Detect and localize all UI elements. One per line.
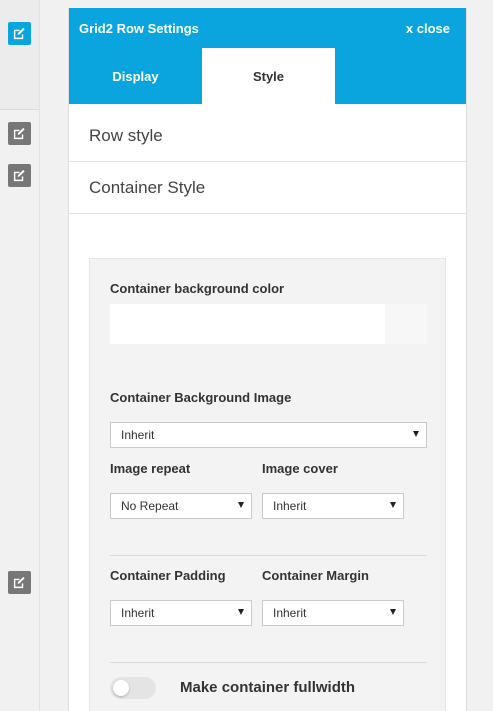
bg-image-value: Inherit [121,428,155,442]
margin-label: Container Margin [262,568,369,583]
padding-value: Inherit [121,606,155,620]
image-cover-value: Inherit [273,499,307,513]
left-rail-active-block [0,0,39,110]
chevron-down-icon [390,502,396,508]
padding-label: Container Padding [110,568,226,583]
container-style-content: Container background color Container Bac… [89,258,446,711]
image-repeat-label: Image repeat [110,461,191,476]
divider [110,662,427,663]
tab-display[interactable]: Display [69,48,202,104]
chevron-down-icon [238,502,244,508]
left-rail [0,0,40,711]
panel-title: Grid2 Row Settings [79,20,199,36]
divider [110,555,427,556]
edit-icon [13,169,25,182]
edit-row-button[interactable] [8,571,31,594]
edit-icon [13,27,25,40]
section-container-style[interactable]: Container Style [69,162,466,214]
color-picker-swatch[interactable] [385,304,427,344]
bg-image-select[interactable]: Inherit [110,422,427,448]
margin-value: Inherit [273,606,307,620]
image-repeat-value: No Repeat [121,499,179,513]
image-cover-label: Image cover [262,461,338,476]
edit-icon [13,576,25,589]
tab-style[interactable]: Style [202,48,335,104]
close-button[interactable]: x close [406,21,450,36]
fullwidth-label: Make container fullwidth [180,679,356,696]
panel-header: Grid2 Row Settings x close [69,8,466,48]
bg-image-label: Container Background Image [110,390,292,405]
bg-color-label: Container background color [110,281,285,296]
padding-select[interactable]: Inherit [110,600,252,626]
margin-select[interactable]: Inherit [262,600,404,626]
edit-row-button[interactable] [8,164,31,187]
bg-color-input[interactable] [110,304,385,344]
tab-bar: Display Style [69,48,466,104]
edit-icon [13,127,25,140]
image-repeat-select[interactable]: No Repeat [110,493,252,519]
toggle-knob [113,680,129,696]
row-settings-panel: Grid2 Row Settings x close Display Style… [68,8,467,711]
section-row-style[interactable]: Row style [69,110,466,162]
chevron-down-icon [390,609,396,615]
chevron-down-icon [238,609,244,615]
chevron-down-icon [413,431,419,437]
edit-row-button-active[interactable] [8,22,31,45]
edit-row-button[interactable] [8,122,31,145]
fullwidth-toggle[interactable] [110,677,156,699]
image-cover-select[interactable]: Inherit [262,493,404,519]
